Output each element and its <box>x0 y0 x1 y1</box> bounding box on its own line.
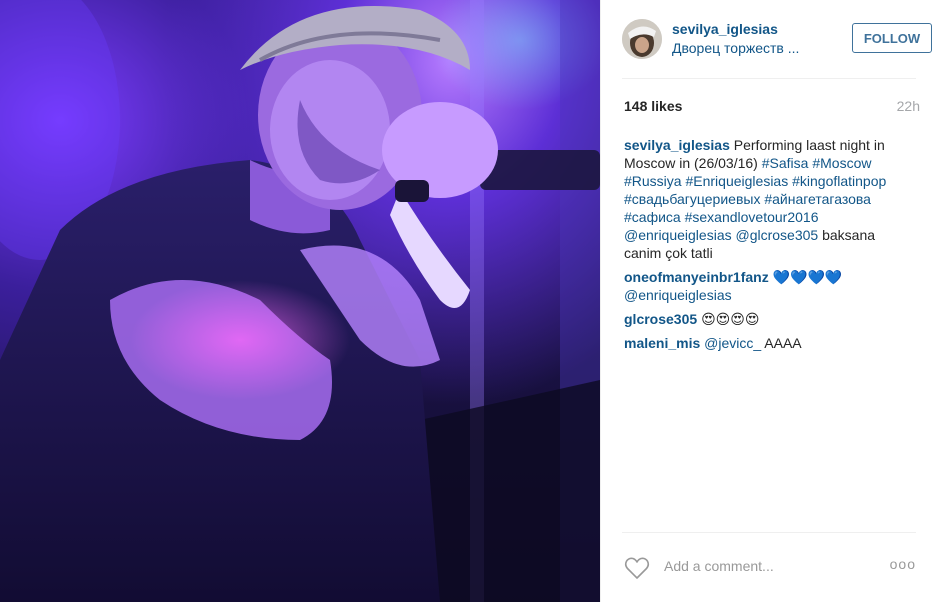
caption-username[interactable]: sevilya_iglesias <box>624 137 730 153</box>
comments-list: sevilya_iglesias Performing laast night … <box>624 136 914 358</box>
hashtag[interactable]: #Enriqueiglesias <box>685 173 788 189</box>
comment-username[interactable]: glcrose305 <box>624 311 697 327</box>
avatar[interactable] <box>622 19 662 59</box>
hashtag[interactable]: #Moscow <box>812 155 871 171</box>
hashtag[interactable]: #сафиса <box>624 209 681 225</box>
post-location[interactable]: Дворец торжеств ... <box>672 40 799 56</box>
mention[interactable]: @jevicc_ <box>704 335 761 351</box>
post-username[interactable]: sevilya_iglesias <box>672 21 778 37</box>
mention[interactable]: @enriqueiglesias <box>624 287 732 303</box>
hashtag[interactable]: #свадьбагуцериевых <box>624 191 760 207</box>
header-divider <box>622 78 916 79</box>
hashtag[interactable]: #sexandlovetour2016 <box>685 209 819 225</box>
comment-username[interactable]: oneofmanyeinbr1fanz <box>624 269 769 285</box>
post-footer: Add a comment... ooo <box>622 548 916 586</box>
caption: sevilya_iglesias Performing laast night … <box>624 136 914 262</box>
post-stats: 148 likes 22h <box>622 98 920 118</box>
comment-item: glcrose305 😍😍😍😍 <box>624 310 914 328</box>
comment-username[interactable]: maleni_mis <box>624 335 700 351</box>
comment-text: AAAA <box>761 335 802 351</box>
post-media-image[interactable] <box>0 0 600 602</box>
performer-photo <box>0 0 600 602</box>
comment-item: oneofmanyeinbr1fanz 💙💙💙💙 @enriqueiglesia… <box>624 268 914 304</box>
comment-item: maleni_mis @jevicc_ AAAA <box>624 334 914 352</box>
post-header: sevilya_iglesias Дворец торжеств ... FOL… <box>622 17 932 61</box>
avatar-image <box>622 19 662 59</box>
mention[interactable]: @glcrose305 <box>736 227 819 243</box>
footer-divider <box>622 532 916 533</box>
hashtag[interactable]: #айнагетагазова <box>764 191 871 207</box>
heart-icon[interactable] <box>624 556 650 580</box>
likes-count[interactable]: 148 likes <box>624 98 682 114</box>
post-sidebar: sevilya_iglesias Дворец торжеств ... FOL… <box>600 0 936 602</box>
follow-button[interactable]: FOLLOW <box>852 23 932 53</box>
mention[interactable]: @enriqueiglesias <box>624 227 732 243</box>
hashtag[interactable]: #Russiya <box>624 173 682 189</box>
post-timestamp[interactable]: 22h <box>897 98 920 114</box>
hashtag[interactable]: #kingoflatinpop <box>792 173 886 189</box>
add-comment-input[interactable]: Add a comment... <box>664 558 774 574</box>
comment-emoji: 😍😍😍😍 <box>701 311 760 327</box>
comment-emoji: 💙💙💙💙 <box>772 269 843 285</box>
hashtag[interactable]: #Safisa <box>762 155 809 171</box>
more-options-icon[interactable]: ooo <box>890 556 916 572</box>
